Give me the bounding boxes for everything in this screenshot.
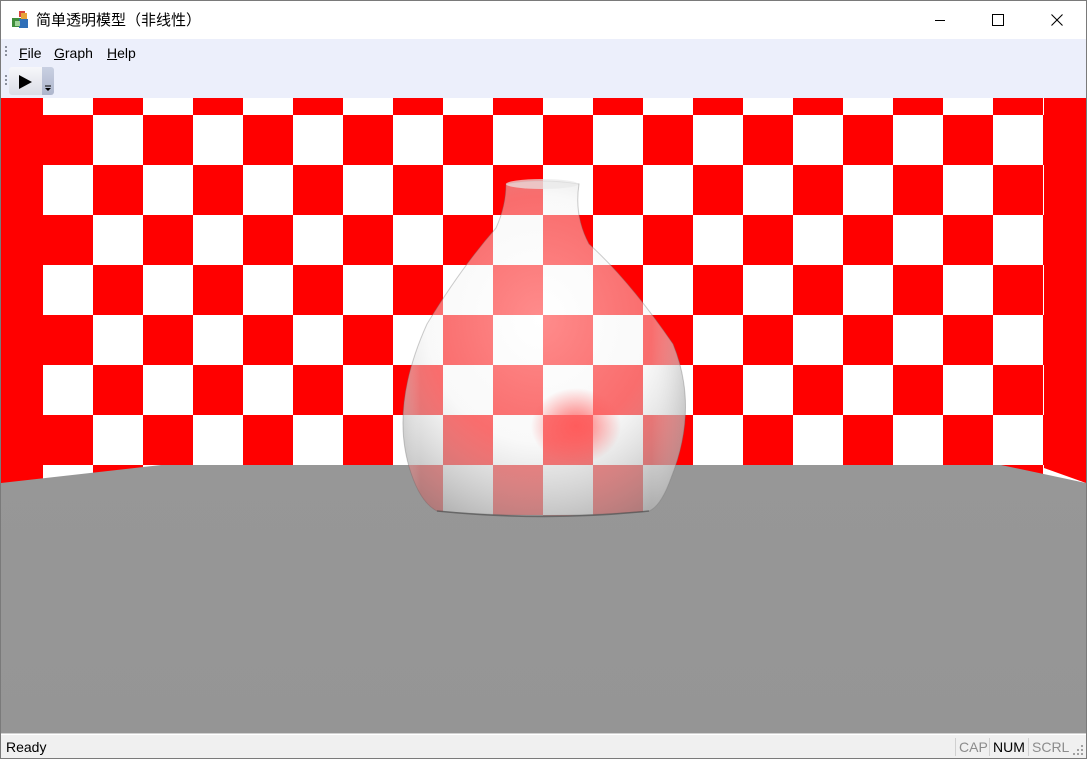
num-indicator: NUM xyxy=(993,739,1025,755)
chevron-down-icon xyxy=(45,85,51,91)
menu-graph[interactable]: Graph xyxy=(53,44,94,62)
menu-graph-mnemonic: G xyxy=(54,45,65,61)
menu-help-mnemonic: H xyxy=(107,45,118,61)
app-icon[interactable] xyxy=(10,10,30,30)
toolbar xyxy=(1,66,1086,99)
resize-grip-icon[interactable] xyxy=(1072,744,1084,756)
play-icon xyxy=(19,75,32,89)
menu-file[interactable]: File xyxy=(18,44,43,62)
menu-bar: File Graph Help xyxy=(1,39,1086,66)
menu-help[interactable]: Help xyxy=(106,44,137,62)
app-window: 简单透明模型（非线性） File Graph Help Ready CAP NU… xyxy=(0,0,1087,759)
toolbar-overflow-button[interactable] xyxy=(42,67,54,95)
maximize-button[interactable] xyxy=(968,1,1027,39)
toolbar-grip[interactable] xyxy=(5,75,8,87)
status-separator xyxy=(1028,738,1029,756)
menu-grip[interactable] xyxy=(5,46,8,58)
status-separator xyxy=(955,738,956,756)
wall-right-edge xyxy=(1044,98,1086,483)
minimize-button[interactable] xyxy=(910,1,969,39)
status-bar: Ready CAP NUM SCRL xyxy=(1,735,1086,758)
status-separator xyxy=(989,738,990,756)
scene-canvas xyxy=(1,98,1086,733)
cap-indicator: CAP xyxy=(959,739,988,755)
play-button[interactable] xyxy=(11,69,39,95)
menu-help-label: elp xyxy=(117,45,136,61)
maximize-icon xyxy=(991,14,1004,26)
menu-file-label: ile xyxy=(27,45,42,61)
window-title: 简单透明模型（非线性） xyxy=(36,11,202,29)
close-icon xyxy=(1050,14,1063,26)
scrl-indicator: SCRL xyxy=(1032,739,1070,755)
menu-file-mnemonic: F xyxy=(19,45,28,61)
title-bar[interactable]: 简单透明模型（非线性） xyxy=(1,1,1086,39)
minimize-icon xyxy=(934,20,945,21)
menu-graph-label: raph xyxy=(64,45,93,61)
close-button[interactable] xyxy=(1027,1,1086,39)
status-text: Ready xyxy=(6,739,47,755)
wall-left-edge xyxy=(1,98,43,483)
render-viewport[interactable] xyxy=(1,98,1086,734)
